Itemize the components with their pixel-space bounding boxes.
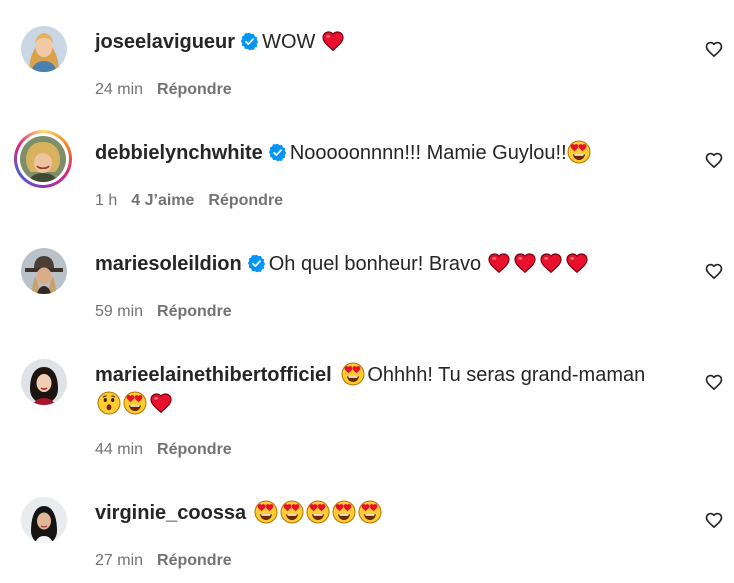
comment-timestamp: 24 min: [95, 81, 144, 98]
comment-text: WOW: [262, 31, 316, 53]
red-heart-emoji-icon: [321, 29, 345, 53]
avatar[interactable]: [21, 497, 67, 543]
verified-badge-icon: [268, 143, 287, 162]
comment-meta: 44 min Répondre: [95, 440, 246, 460]
comment-timestamp: 1 h: [95, 192, 118, 209]
comment-meta: 1 h 4 J’aime Répondre: [95, 191, 297, 211]
red-heart-emoji-icon: [539, 251, 563, 275]
like-heart-icon[interactable]: [704, 39, 724, 59]
reply-button[interactable]: Répondre: [157, 81, 232, 98]
username-link[interactable]: mariesoleildion: [95, 253, 242, 275]
comment-body: joseelavigueur WOW: [95, 28, 675, 57]
reply-button[interactable]: Répondre: [208, 192, 283, 209]
comment-meta: 27 min Répondre: [95, 551, 246, 571]
heart-eyes-emoji-icon: [341, 362, 365, 386]
astonished-emoji-icon: [97, 391, 121, 415]
comment-timestamp: 27 min: [95, 552, 144, 569]
like-heart-icon[interactable]: [704, 510, 724, 530]
comment-text: Ohhhh! Tu seras grand-maman: [367, 364, 646, 386]
comment-body: marieelainethibertofficiel Ohhhh! Tu ser…: [95, 361, 675, 419]
verified-badge-icon: [240, 32, 259, 51]
comment-body: debbielynchwhite Nooooonnnn!!! Mamie Guyl…: [95, 139, 675, 168]
heart-eyes-emoji-icon: [332, 500, 356, 524]
heart-eyes-emoji-icon: [567, 140, 591, 164]
like-heart-icon[interactable]: [704, 372, 724, 392]
red-heart-emoji-icon: [565, 251, 589, 275]
username-link[interactable]: joseelavigueur: [95, 31, 235, 53]
reply-button[interactable]: Répondre: [157, 303, 232, 320]
comment-body: mariesoleildion Oh quel bonheur! Bravo: [95, 250, 675, 279]
heart-eyes-emoji-icon: [280, 500, 304, 524]
heart-eyes-emoji-icon: [123, 391, 147, 415]
heart-eyes-emoji-icon: [358, 500, 382, 524]
avatar[interactable]: [21, 248, 67, 294]
avatar[interactable]: [21, 359, 67, 405]
verified-badge-icon: [247, 254, 266, 273]
avatar-story-ring[interactable]: [14, 130, 72, 188]
like-heart-icon[interactable]: [704, 150, 724, 170]
comment-text: Nooooonnnn!!! Mamie Guylou!!: [289, 142, 567, 164]
comment-meta: 59 min Répondre: [95, 302, 246, 322]
comment-timestamp: 59 min: [95, 303, 144, 320]
heart-eyes-emoji-icon: [254, 500, 278, 524]
username-link[interactable]: marieelainethibertofficiel: [95, 364, 332, 386]
avatar[interactable]: [21, 26, 67, 72]
red-heart-emoji-icon: [487, 251, 511, 275]
username-link[interactable]: debbielynchwhite: [95, 142, 263, 164]
comment-timestamp: 44 min: [95, 441, 144, 458]
red-heart-emoji-icon: [513, 251, 537, 275]
reply-button[interactable]: Répondre: [157, 552, 232, 569]
reply-button[interactable]: Répondre: [157, 441, 232, 458]
comment-body: virginie_coossa: [95, 499, 675, 528]
username-link[interactable]: virginie_coossa: [95, 502, 246, 524]
comment-meta: 24 min Répondre: [95, 80, 246, 100]
likes-count-link[interactable]: 4 J’aime: [131, 192, 194, 209]
heart-eyes-emoji-icon: [306, 500, 330, 524]
red-heart-emoji-icon: [149, 391, 173, 415]
like-heart-icon[interactable]: [704, 261, 724, 281]
comment-text: Oh quel bonheur! Bravo: [268, 253, 482, 275]
